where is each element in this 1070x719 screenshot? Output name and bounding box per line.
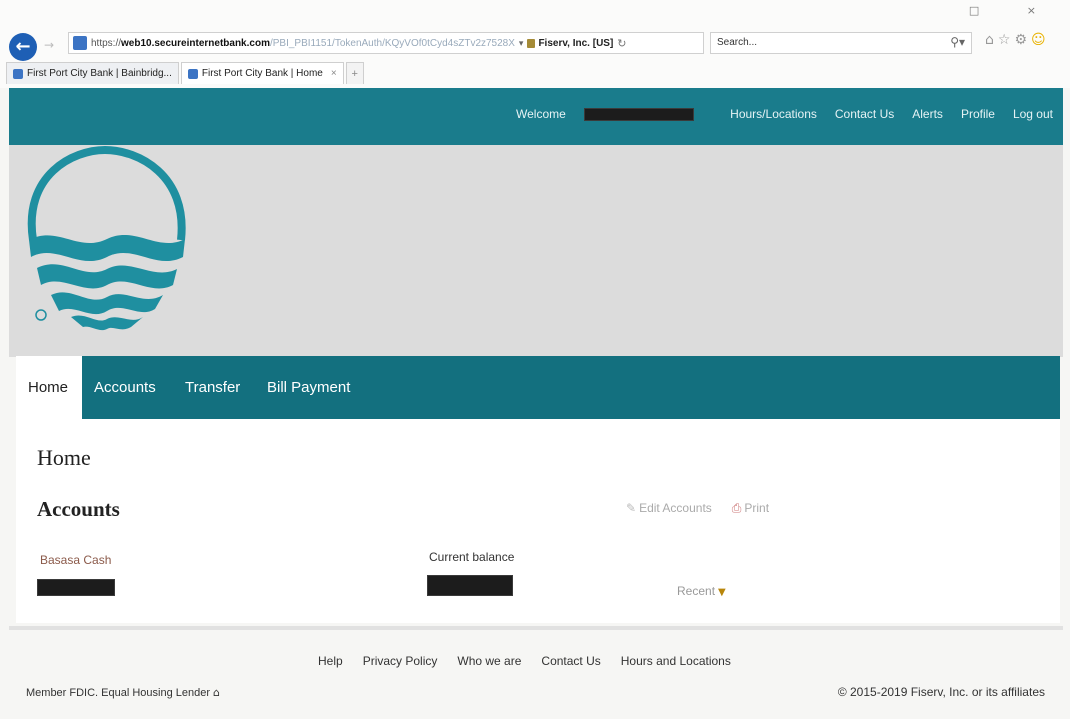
favicon-icon [13,68,23,79]
refresh-icon[interactable]: ↻ [617,37,626,50]
accounts-heading: Accounts [37,497,120,521]
new-tab-button[interactable]: + [345,62,364,84]
browser-chrome: □ × ← → https:// web10.secureinternetban… [0,0,1070,88]
page-icon [73,36,87,50]
forward-button[interactable]: → [44,38,54,52]
edit-accounts-button[interactable]: ✎ Edit Accounts [626,501,712,516]
hours-locations-link[interactable]: Hours/Locations [730,107,817,121]
url-scheme: https:// [91,37,122,49]
chevron-down-icon: ▼ [718,587,726,598]
balance-label: Current balance [429,550,515,564]
account-name-link[interactable]: Basasa Cash [40,553,111,567]
equal-housing-icon: ⌂ [213,686,221,699]
forward-arrow-icon: → [44,38,55,52]
url-host: web10.secureinternetbank.com [121,37,270,49]
gear-icon[interactable]: ⚙ [1014,32,1031,48]
top-bar: Welcome Hours/Locations Contact Us Alert… [9,88,1063,145]
footer-links: Help Privacy Policy Who we are Contact U… [318,654,751,668]
print-icon: ⎙ [731,501,742,515]
home-icon[interactable]: ⌂ [985,32,998,48]
smiley-icon[interactable]: ☺ [1031,32,1050,48]
tab-home[interactable]: First Port City Bank | Home × [180,62,344,84]
nav-bill-payment[interactable]: Bill Payment [255,356,362,419]
search-icon[interactable]: ⚲▾ [950,35,965,49]
page-title: Home [37,445,91,470]
close-icon[interactable]: × [331,68,337,79]
bank-logo[interactable] [23,145,199,335]
lock-icon[interactable] [527,38,536,48]
star-icon[interactable]: ☆ [998,32,1015,48]
account-actions: ✎ Edit Accounts ⎙ Print [626,501,769,516]
back-button[interactable]: ← [9,33,37,61]
top-links: Hours/Locations Contact Us Alerts Profil… [712,107,1053,121]
content-panel: Home Accounts ✎ Edit Accounts ⎙ Print Basa… [16,419,1060,623]
logout-link[interactable]: Log out [1013,107,1053,121]
profile-link[interactable]: Profile [961,107,995,121]
edit-icon: ✎ [626,501,637,515]
recent-toggle[interactable]: Recent ▼ [677,584,726,598]
footer-divider [9,626,1063,630]
alerts-link[interactable]: Alerts [912,107,943,121]
nav-home[interactable]: Home [16,356,82,419]
copyright: © 2015-2019 Fiserv, Inc. or its affiliat… [837,685,1045,699]
toolbar-icons: ⌂☆⚙☺ [985,32,1050,48]
redacted-balance [427,575,513,596]
privacy-policy-link[interactable]: Privacy Policy [363,654,438,668]
nav-transfer[interactable]: Transfer [173,356,252,419]
url-path: /PBI_PBI1151/TokenAuth/KQyVOf0tCyd4sZTv2… [269,37,515,49]
help-link[interactable]: Help [318,654,343,668]
main-nav: Home Accounts Transfer Bill Payment [16,356,1060,419]
url-dropdown-icon[interactable]: ▾ [519,38,524,49]
redacted-username [584,108,694,121]
search-input[interactable]: Search... ⚲▾ [710,32,972,54]
fdic-notice: Member FDIC. Equal Housing Lender ⌂ [26,686,221,699]
search-placeholder: Search... [717,37,758,48]
nav-accounts[interactable]: Accounts [82,356,168,419]
hours-and-locations-link[interactable]: Hours and Locations [621,654,731,668]
tab-title: First Port City Bank | Home [201,68,323,79]
tab-strip: First Port City Bank | Bainbridg... Firs… [6,62,364,84]
redacted-account-number [37,579,115,596]
tab-title: First Port City Bank | Bainbridg... [27,68,172,79]
print-button[interactable]: ⎙ Print [732,501,769,516]
banner [9,145,1063,357]
certificate-label[interactable]: Fiserv, Inc. [US] [538,38,613,49]
favicon-icon [187,68,198,79]
page: □ × ← → https:// web10.secureinternetban… [0,0,1070,719]
contact-us-link[interactable]: Contact Us [835,107,894,121]
window-controls[interactable]: □ × [969,4,1058,17]
footer-contact-us-link[interactable]: Contact Us [541,654,600,668]
back-arrow-icon: ← [15,36,31,57]
welcome-text: Welcome [516,107,566,121]
who-we-are-link[interactable]: Who we are [457,654,521,668]
tab-bainbridge[interactable]: First Port City Bank | Bainbridg... [6,62,179,84]
address-bar[interactable]: https:// web10.secureinternetbank.com /P… [68,32,704,54]
